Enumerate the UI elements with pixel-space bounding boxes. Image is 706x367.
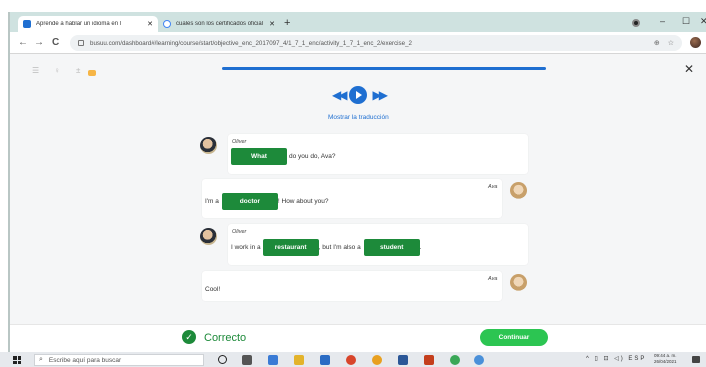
- speaker-name: Oliver: [232, 139, 247, 145]
- speaker-name: Oliver: [232, 229, 247, 235]
- answer-chip[interactable]: doctor: [221, 193, 278, 210]
- dialogue-bubble: Oliver What do you do, Ava?: [228, 134, 528, 174]
- search-placeholder: Escribe aquí para buscar: [48, 356, 122, 364]
- browser-window: Aprende a hablar un idioma en l ✕ cuales…: [8, 12, 706, 352]
- system-tray[interactable]: ^ ▯ ⊡ ◁) ESP: [586, 355, 646, 362]
- continue-button[interactable]: Continuar: [480, 329, 548, 346]
- close-lesson-icon[interactable]: ✕: [684, 62, 694, 76]
- dialogue-text: Cool!: [205, 286, 221, 293]
- dialogue-text: .: [419, 244, 422, 251]
- answer-chip[interactable]: student: [363, 239, 420, 256]
- tab-strip: Aprende a hablar un idioma en l ✕ cuales…: [10, 12, 706, 32]
- tip-bulb-icon[interactable]: ♀: [54, 66, 60, 75]
- vocabulary-icon[interactable]: ±: [76, 66, 80, 75]
- address-bar: ← → C busuu.com/dashboard#/learning/cour…: [10, 32, 706, 54]
- close-tab-icon[interactable]: ✕: [269, 20, 275, 28]
- oliver-avatar: [200, 137, 217, 154]
- minimize-button[interactable]: –: [660, 14, 665, 28]
- busuu-favicon-icon: [23, 20, 31, 28]
- feedback-text: Correcto: [204, 332, 247, 344]
- play-icon[interactable]: [349, 86, 368, 104]
- oliver-avatar: [200, 228, 217, 245]
- zoom-icon[interactable]: ⊕: [654, 39, 660, 47]
- mail-icon[interactable]: [320, 355, 330, 365]
- bookmark-star-icon[interactable]: ☆: [668, 39, 674, 47]
- dialogue-line: What do you do, Ava?: [231, 148, 336, 165]
- dialogue-text: ! How about you?: [277, 198, 329, 205]
- audio-controls: ◀◀ ▶▶: [332, 86, 388, 104]
- close-window-button[interactable]: ✕: [700, 14, 706, 28]
- lesson-page: ☰ ♀ ± ✕ ◀◀ ▶▶ Mostrar la traducción Oliv…: [10, 54, 706, 352]
- lesson-progress-bar: [222, 67, 546, 70]
- tab-busuu[interactable]: Aprende a hablar un idioma en l ✕: [18, 16, 158, 32]
- rewind-icon[interactable]: ◀◀: [332, 88, 348, 102]
- close-tab-icon[interactable]: ✕: [147, 20, 153, 28]
- clock[interactable]: 09:44 a. m. 26/04/2021: [654, 353, 677, 365]
- answer-chip[interactable]: restaurant: [262, 239, 319, 256]
- chrome-icon[interactable]: [372, 355, 382, 365]
- notification-badge-icon: [88, 70, 96, 76]
- dialogue-bubble: Ava I'm a doctor ! How about you?: [202, 179, 502, 218]
- show-translation-link[interactable]: Mostrar la traducción: [328, 114, 389, 121]
- app-icon[interactable]: [268, 355, 278, 365]
- dialogue-bubble: Oliver I work in a restaurant , but I'm …: [228, 224, 528, 265]
- task-view-icon[interactable]: [242, 355, 252, 365]
- tab-title: cuales son los certificados oficial: [176, 21, 264, 27]
- cortana-icon[interactable]: [218, 355, 227, 364]
- ava-avatar: [510, 274, 527, 291]
- dialogue-text: do you do, Ava?: [289, 153, 336, 160]
- forward-button[interactable]: →: [34, 36, 44, 50]
- dialogue-text: I'm a: [205, 198, 219, 205]
- powerpoint-icon[interactable]: [424, 355, 434, 365]
- url-text: busuu.com/dashboard#/learning/course/sta…: [90, 39, 412, 47]
- lock-icon: [78, 40, 84, 46]
- windows-start-icon[interactable]: [13, 356, 21, 364]
- record-icon[interactable]: [632, 19, 640, 27]
- new-tab-button[interactable]: +: [284, 16, 290, 30]
- dialogue-bubble: Ava Cool!: [202, 271, 502, 301]
- dialogue-line: I work in a restaurant , but I'm also a …: [231, 239, 422, 256]
- word-icon[interactable]: [398, 355, 408, 365]
- speaker-name: Ava: [488, 276, 498, 282]
- speaker-name: Ava: [488, 184, 498, 190]
- reload-button[interactable]: C: [52, 36, 59, 50]
- app-icon[interactable]: [450, 355, 460, 365]
- notifications-icon[interactable]: [692, 356, 700, 363]
- search-icon: ⌕: [39, 356, 43, 363]
- dialogue-line: Cool!: [205, 286, 220, 293]
- tab-title: Aprende a hablar un idioma en l: [36, 21, 122, 27]
- ava-avatar: [510, 182, 527, 199]
- windows-taskbar: ⌕ Escribe aquí para buscar ^ ▯ ⊡ ◁) ESP …: [0, 352, 706, 367]
- taskbar-search[interactable]: ⌕ Escribe aquí para buscar: [34, 354, 204, 366]
- fast-forward-icon[interactable]: ▶▶: [372, 88, 388, 102]
- profile-avatar[interactable]: [690, 37, 701, 48]
- google-favicon-icon: [163, 20, 171, 28]
- clock-date: 26/04/2021: [654, 359, 677, 364]
- browser-icon[interactable]: [474, 355, 484, 365]
- chat-icon[interactable]: ☰: [32, 66, 39, 75]
- url-field[interactable]: busuu.com/dashboard#/learning/course/sta…: [70, 35, 682, 51]
- check-icon: ✓: [182, 330, 196, 344]
- file-explorer-icon[interactable]: [294, 355, 304, 365]
- back-button[interactable]: ←: [18, 36, 28, 50]
- maximize-button[interactable]: ☐: [682, 14, 690, 28]
- feedback-footer: ✓ Correcto Continuar: [10, 324, 706, 352]
- dialogue-text: I work in a: [231, 244, 261, 251]
- answer-chip[interactable]: What: [231, 148, 287, 165]
- dialogue-line: I'm a doctor ! How about you?: [205, 193, 328, 210]
- tab-google[interactable]: cuales son los certificados oficial ✕: [158, 16, 280, 32]
- dialogue-text: , but I'm also a: [318, 244, 361, 251]
- app-icon[interactable]: [346, 355, 356, 365]
